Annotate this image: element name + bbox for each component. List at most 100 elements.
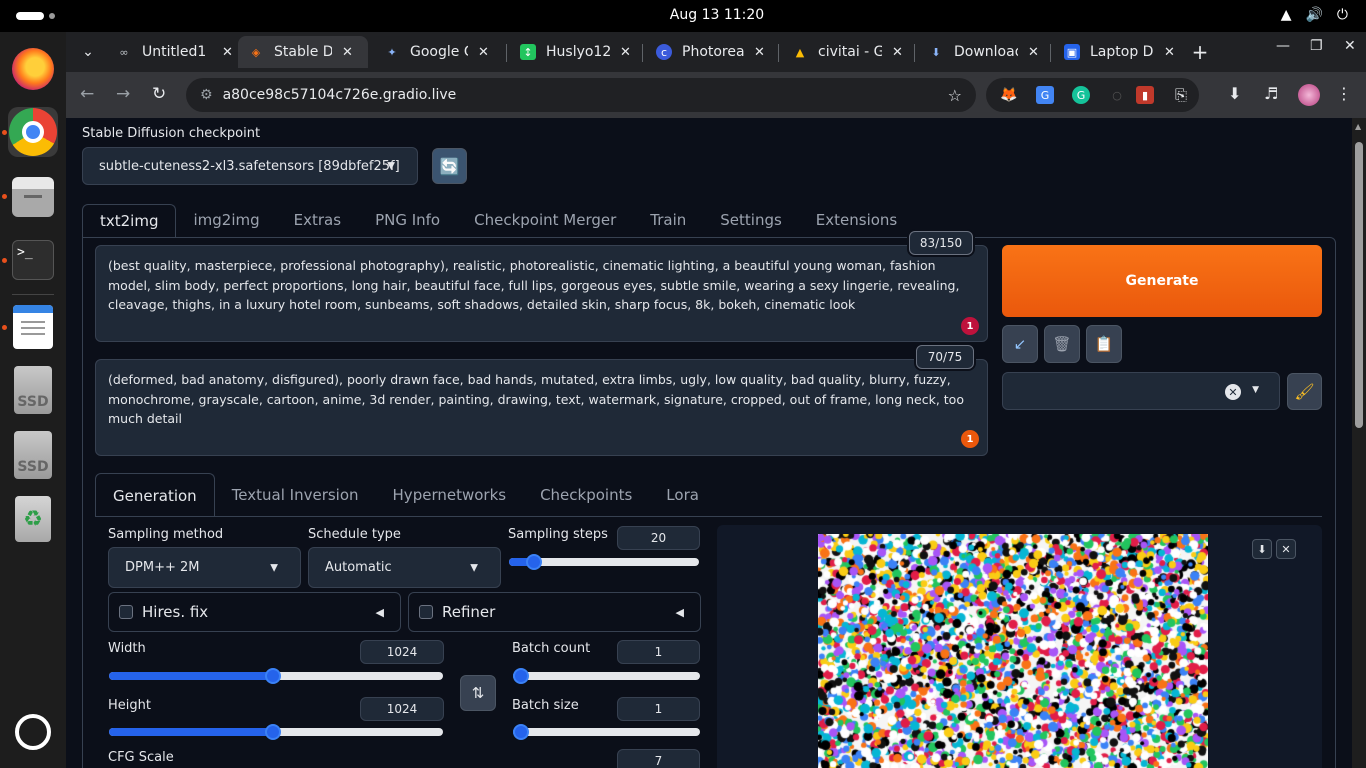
browser-tab[interactable]: ▲ civitai - Google Drive ✕ (782, 36, 910, 68)
dock-show-apps[interactable] (8, 707, 58, 757)
slider-handle[interactable] (265, 668, 281, 684)
close-window-icon[interactable]: ✕ (1344, 38, 1356, 54)
page-scrollbar[interactable]: ▲ (1352, 118, 1366, 768)
system-tray[interactable]: ▲ 🔊 ⏻ (1281, 7, 1348, 23)
clear-icon[interactable]: ✕ (1225, 384, 1241, 400)
close-icon[interactable]: ✕ (1028, 45, 1039, 60)
close-icon[interactable]: ✕ (1164, 45, 1175, 60)
forward-icon[interactable]: → (116, 84, 130, 104)
prompt-warning-badge[interactable]: 1 (961, 317, 979, 335)
dock-chrome[interactable] (8, 107, 58, 157)
tab-txt2img[interactable]: txt2img (82, 204, 177, 238)
browser-tab[interactable]: c Photorealistic ✕ (646, 36, 774, 68)
slider-handle[interactable] (513, 668, 529, 684)
refiner-accordion[interactable]: Refiner ◀ (408, 592, 701, 632)
checkpoint-dropdown[interactable]: subtle-cuteness2-xl3.safetensors [89dbfe… (82, 147, 418, 185)
refiner-checkbox[interactable] (419, 605, 433, 619)
close-icon[interactable]: ✕ (620, 45, 631, 60)
tab-img2img[interactable]: img2img (176, 204, 276, 238)
batch-count-slider[interactable] (513, 668, 700, 684)
styles-dropdown[interactable]: ✕ ▼ (1002, 372, 1280, 410)
negative-warning-badge[interactable]: 1 (961, 430, 979, 448)
translate-icon[interactable]: G (1036, 86, 1054, 104)
height-slider[interactable] (109, 724, 443, 740)
schedule-type-dropdown[interactable]: Automatic ▼ (308, 547, 501, 588)
tab-checkpoints[interactable]: Checkpoints (523, 473, 649, 517)
browser-tab-active[interactable]: ◈ Stable Diffusion ✕ (238, 36, 368, 68)
bookmark-ext-icon[interactable]: ▮ (1136, 86, 1154, 104)
browser-tab[interactable]: ▣ Laptop D ✕ (1054, 36, 1182, 68)
slider-handle[interactable] (513, 724, 529, 740)
sampling-steps-input[interactable]: 20 (617, 526, 700, 550)
browser-tab[interactable]: ∞ Untitled1 ✕ (106, 36, 234, 68)
width-input[interactable]: 1024 (360, 640, 444, 664)
grammarly-icon[interactable]: G (1072, 86, 1090, 104)
site-info-icon[interactable]: ⚙ (200, 87, 213, 103)
swap-dimensions-button[interactable]: ⇅ (460, 675, 496, 711)
reload-icon[interactable]: ↻ (152, 84, 166, 104)
extension-icon[interactable]: ○ (1108, 86, 1126, 104)
download-icon[interactable]: ⬇ (1252, 539, 1272, 559)
hires-fix-accordion[interactable]: Hires. fix ◀ (108, 592, 401, 632)
tab-extras[interactable]: Extras (277, 204, 358, 238)
scrollbar-thumb[interactable] (1355, 142, 1363, 428)
tab-png-info[interactable]: PNG Info (358, 204, 457, 238)
minimize-icon[interactable]: — (1276, 38, 1290, 54)
generated-image-preview[interactable] (818, 534, 1208, 768)
tab-extensions[interactable]: Extensions (799, 204, 914, 238)
batch-count-input[interactable]: 1 (617, 640, 700, 664)
width-slider[interactable] (109, 668, 443, 684)
downloads-icon[interactable]: ⬇ (1228, 84, 1241, 103)
browser-tab[interactable]: ✦ Google Gemini ✕ (374, 36, 502, 68)
tab-lora[interactable]: Lora (649, 473, 716, 517)
dock-files[interactable] (8, 172, 58, 222)
url-text[interactable]: a80ce98c57104c726e.gradio.live (223, 87, 457, 103)
tab-hypernetworks[interactable]: Hypernetworks (376, 473, 524, 517)
maximize-icon[interactable]: ❐ (1310, 38, 1323, 54)
edit-styles-button[interactable]: 🖌 (1287, 373, 1322, 410)
address-bar[interactable]: ⚙ a80ce98c57104c726e.gradio.live ☆ (186, 78, 976, 112)
media-icon[interactable]: ♬ (1264, 84, 1278, 103)
system-clock[interactable]: Aug 13 11:20 (0, 7, 1366, 23)
batch-size-slider[interactable] (513, 724, 700, 740)
tab-checkpoint-merger[interactable]: Checkpoint Merger (457, 204, 633, 238)
close-icon[interactable]: ✕ (754, 45, 765, 60)
tab-search-button[interactable]: ⌄ (74, 38, 102, 66)
prompt-textarea[interactable]: (best quality, masterpiece, professional… (95, 245, 988, 342)
profile-avatar[interactable] (1298, 84, 1320, 106)
close-icon[interactable]: ✕ (222, 45, 233, 60)
slider-handle[interactable] (526, 554, 542, 570)
sampling-steps-slider[interactable] (509, 554, 699, 570)
close-icon[interactable]: ✕ (892, 45, 903, 60)
tab-settings[interactable]: Settings (703, 204, 799, 238)
new-tab-button[interactable]: + (1186, 38, 1214, 66)
scroll-up-icon[interactable]: ▲ (1355, 122, 1361, 131)
dock-text-editor[interactable] (8, 302, 58, 352)
refresh-checkpoint-button[interactable]: 🔄 (432, 148, 467, 184)
apply-styles-button[interactable]: 📋 (1086, 325, 1122, 363)
read-params-button[interactable]: ↙ (1002, 325, 1038, 363)
close-icon[interactable]: ✕ (342, 45, 353, 60)
puzzle-icon[interactable]: ⎘ (1172, 86, 1190, 104)
dock-ssd-2[interactable]: SSD (8, 430, 58, 480)
generate-button[interactable]: Generate (1002, 245, 1322, 317)
tab-generation[interactable]: Generation (95, 473, 215, 517)
dock-firefox[interactable] (8, 44, 58, 94)
clear-prompt-button[interactable]: 🗑 (1044, 325, 1080, 363)
sampling-method-dropdown[interactable]: DPM++ 2M ▼ (108, 547, 301, 588)
close-icon[interactable]: ✕ (478, 45, 489, 60)
browser-tab[interactable]: ⬇ Download ✕ (918, 36, 1046, 68)
back-icon[interactable]: ← (80, 84, 94, 104)
dock-ssd-1[interactable]: SSD (8, 365, 58, 415)
batch-size-input[interactable]: 1 (617, 697, 700, 721)
hires-fix-checkbox[interactable] (119, 605, 133, 619)
close-icon[interactable]: ✕ (1276, 539, 1296, 559)
dock-terminal[interactable]: >_ (8, 235, 58, 285)
browser-tab[interactable]: ↕ Huslyo12 ✕ (510, 36, 638, 68)
metamask-icon[interactable]: 🦊 (1000, 86, 1018, 104)
tab-train[interactable]: Train (633, 204, 703, 238)
negative-prompt-textarea[interactable]: (deformed, bad anatomy, disfigured), poo… (95, 359, 988, 456)
cfg-scale-input[interactable]: 7 (617, 749, 700, 768)
tab-textual-inversion[interactable]: Textual Inversion (215, 473, 376, 517)
height-input[interactable]: 1024 (360, 697, 444, 721)
